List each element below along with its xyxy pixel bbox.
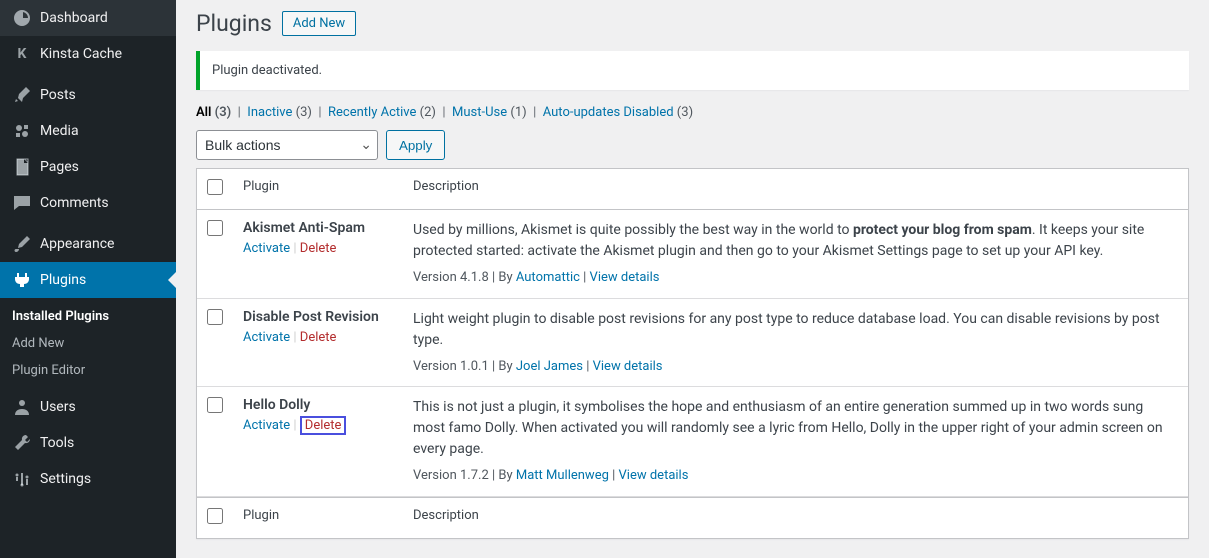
plugin-description: Light weight plugin to disable post revi…	[413, 309, 1178, 351]
sidebar-item-label: Pages	[40, 159, 79, 175]
sidebar-item-appearance[interactable]: Appearance	[0, 226, 176, 262]
view-details-link[interactable]: View details	[593, 359, 663, 374]
sidebar-item-label: Plugins	[40, 272, 86, 288]
main-content: Plugins Add New Plugin deactivated. All …	[176, 0, 1209, 558]
delete-link[interactable]: Delete	[300, 330, 337, 345]
plugin-author-link[interactable]: Automattic	[516, 270, 580, 285]
sidebar-item-label: Kinsta Cache	[40, 46, 122, 62]
submenu-add-new[interactable]: Add New	[0, 330, 176, 357]
settings-icon	[12, 469, 32, 489]
sidebar-item-users[interactable]: Users	[0, 389, 176, 425]
select-all-checkbox[interactable]	[207, 179, 223, 195]
sidebar-item-dashboard[interactable]: Dashboard	[0, 0, 176, 36]
activate-link[interactable]: Activate	[243, 330, 290, 345]
comments-icon	[12, 193, 32, 213]
sidebar-item-posts[interactable]: Posts	[0, 77, 176, 113]
sidebar-item-pages[interactable]: Pages	[0, 149, 176, 185]
view-details-link[interactable]: View details	[619, 468, 689, 483]
row-checkbox[interactable]	[207, 220, 223, 236]
plugin-name: Akismet Anti-Spam	[243, 220, 365, 236]
deactivated-notice: Plugin deactivated.	[196, 51, 1189, 90]
pin-icon	[12, 85, 32, 105]
page-title: Plugins	[196, 10, 272, 37]
plugin-meta: Version 1.7.2 | By Matt Mullenweg | View…	[413, 466, 1178, 486]
plugin-meta: Version 4.1.8 | By Automattic | View det…	[413, 268, 1178, 288]
plugins-table: Plugin Description Akismet Anti-Spam Acti…	[196, 168, 1189, 539]
col-plugin-footer: Plugin	[233, 497, 403, 538]
row-checkbox[interactable]	[207, 309, 223, 325]
plugin-meta: Version 1.0.1 | By Joel James | View det…	[413, 357, 1178, 377]
sidebar-item-label: Settings	[40, 471, 91, 487]
filter-inactive[interactable]: Inactive (3)	[247, 105, 312, 120]
brush-icon	[12, 234, 32, 254]
submenu-plugin-editor[interactable]: Plugin Editor	[0, 357, 176, 384]
delete-link[interactable]: Delete	[300, 416, 347, 435]
plugin-description: This is not just a plugin, it symbolises…	[413, 397, 1178, 460]
table-row: Disable Post RevisionActivate | DeleteLi…	[197, 299, 1188, 388]
sidebar-item-label: Users	[40, 399, 76, 415]
delete-link[interactable]: Delete	[300, 241, 337, 256]
filter-recently-active[interactable]: Recently Active (2)	[328, 105, 436, 120]
activate-link[interactable]: Activate	[243, 241, 290, 256]
filter-must-use[interactable]: Must-Use (1)	[452, 105, 527, 120]
view-details-link[interactable]: View details	[590, 270, 660, 285]
dashboard-icon	[12, 8, 32, 28]
plugin-description: Used by millions, Akismet is quite possi…	[413, 220, 1178, 262]
notice-text: Plugin deactivated.	[212, 63, 322, 78]
admin-sidebar: Dashboard K Kinsta Cache Posts Media Pag…	[0, 0, 176, 558]
plugin-author-link[interactable]: Joel James	[516, 359, 583, 374]
plugin-author-link[interactable]: Matt Mullenweg	[516, 468, 609, 483]
filter-auto-updates-disabled[interactable]: Auto-updates Disabled (3)	[543, 105, 693, 120]
wrench-icon	[12, 433, 32, 453]
user-icon	[12, 397, 32, 417]
sidebar-item-settings[interactable]: Settings	[0, 461, 176, 497]
sidebar-item-plugins[interactable]: Plugins	[0, 262, 176, 298]
col-description-footer: Description	[403, 497, 1188, 538]
sidebar-item-label: Tools	[40, 435, 74, 451]
sidebar-item-label: Dashboard	[40, 10, 108, 26]
activate-link[interactable]: Activate	[243, 418, 290, 433]
sidebar-item-label: Appearance	[40, 236, 114, 252]
plugin-name: Disable Post Revision	[243, 309, 379, 325]
table-row: Akismet Anti-SpamActivate | DeleteUsed b…	[197, 210, 1188, 299]
plug-icon	[12, 270, 32, 290]
sidebar-item-comments[interactable]: Comments	[0, 185, 176, 221]
apply-button[interactable]: Apply	[386, 130, 445, 160]
table-row: Hello DollyActivate | DeleteThis is not …	[197, 387, 1188, 497]
pages-icon	[12, 157, 32, 177]
col-description-header[interactable]: Description	[403, 169, 1188, 210]
add-new-button[interactable]: Add New	[282, 11, 356, 36]
sidebar-item-media[interactable]: Media	[0, 113, 176, 149]
sidebar-item-label: Comments	[40, 195, 109, 211]
sidebar-item-tools[interactable]: Tools	[0, 425, 176, 461]
plugin-status-filters: All (3) | Inactive (3) | Recently Active…	[196, 105, 1189, 120]
media-icon	[12, 121, 32, 141]
row-checkbox[interactable]	[207, 397, 223, 413]
select-all-checkbox-footer[interactable]	[207, 508, 223, 524]
filter-all[interactable]: All (3)	[196, 105, 231, 120]
sidebar-item-kinsta-cache[interactable]: K Kinsta Cache	[0, 36, 176, 72]
submenu-installed-plugins[interactable]: Installed Plugins	[0, 303, 176, 330]
plugins-submenu: Installed Plugins Add New Plugin Editor	[0, 298, 176, 389]
bulk-actions-select[interactable]: Bulk actions	[196, 130, 378, 160]
plugin-name: Hello Dolly	[243, 397, 310, 413]
kinsta-icon: K	[12, 44, 32, 64]
col-plugin-header[interactable]: Plugin	[233, 169, 403, 210]
sidebar-item-label: Media	[40, 123, 79, 139]
sidebar-item-label: Posts	[40, 87, 76, 103]
